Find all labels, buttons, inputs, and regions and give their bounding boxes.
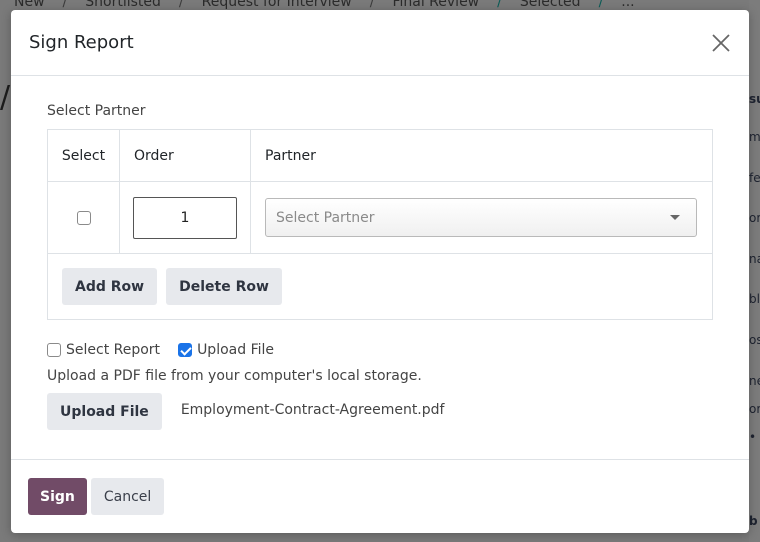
partner-cell: Select Partner xyxy=(250,181,713,254)
breadcrumb-stage: Selected xyxy=(519,0,581,10)
sign-button[interactable]: Sign xyxy=(28,478,87,515)
breadcrumb-separator: / xyxy=(497,0,502,10)
upload-file-label: Upload File xyxy=(197,342,274,358)
dialog-header: Sign Report xyxy=(11,10,749,76)
breadcrumb-stage: Request for Interview xyxy=(201,0,352,10)
table-header-row: Select Order Partner xyxy=(47,129,713,182)
cancel-button[interactable]: Cancel xyxy=(90,478,165,515)
delete-row-button[interactable]: Delete Row xyxy=(166,268,282,305)
close-icon xyxy=(712,33,730,52)
background-right-panel: su m fe or na bl os ne or • b xyxy=(749,0,760,542)
table-row: Select Partner xyxy=(47,181,713,254)
select-report-option[interactable]: Select Report xyxy=(47,342,160,358)
breadcrumb-separator: / xyxy=(178,0,184,10)
background-text: fe xyxy=(749,171,760,185)
order-input[interactable] xyxy=(133,196,237,239)
breadcrumb-stage: Shortlisted xyxy=(85,0,161,10)
breadcrumb-separator: / xyxy=(598,0,604,10)
upload-file-button[interactable]: Upload File xyxy=(47,393,162,430)
column-header-partner: Partner xyxy=(250,129,713,182)
chevron-down-icon xyxy=(670,215,680,220)
breadcrumb-stage: New xyxy=(14,0,45,10)
source-options: Select Report Upload File xyxy=(47,342,713,358)
background-text: or xyxy=(749,402,760,416)
breadcrumb-separator: / xyxy=(369,0,375,10)
dialog-title: Sign Report xyxy=(29,32,134,53)
dialog-body: Select Partner Select Order Partner 1 Se… xyxy=(11,76,749,459)
add-row-button[interactable]: Add Row xyxy=(62,268,158,305)
close-button[interactable] xyxy=(709,31,733,55)
table-actions: Add Row Delete Row xyxy=(47,254,713,320)
upload-file-option[interactable]: Upload File xyxy=(178,342,274,358)
dialog-footer: Sign Cancel xyxy=(11,459,749,533)
column-header-select: Select xyxy=(47,129,120,182)
uploaded-file-name: Employment-Contract-Agreement.pdf xyxy=(180,401,445,418)
background-text: su xyxy=(749,92,760,106)
background-text: • xyxy=(749,430,757,444)
background-text: m xyxy=(749,130,760,144)
background-text: na xyxy=(749,252,760,266)
upload-file-checkbox[interactable] xyxy=(178,343,193,357)
order-cell xyxy=(119,181,251,254)
row-select-checkbox[interactable] xyxy=(76,210,91,225)
upload-help-text: Upload a PDF file from your computer's l… xyxy=(47,368,422,384)
select-partner-label: Select Partner xyxy=(47,103,146,119)
background-text: b xyxy=(749,514,758,528)
select-cell xyxy=(47,181,120,254)
partner-select[interactable]: Select Partner xyxy=(265,198,697,237)
background-text: bl xyxy=(749,292,760,306)
upload-row: Upload File Employment-Contract-Agreemen… xyxy=(47,393,713,430)
sign-report-dialog: Sign Report Select Partner Select Order … xyxy=(11,10,749,533)
select-report-checkbox[interactable] xyxy=(47,343,61,357)
background-slash: / xyxy=(0,80,11,115)
background-text: or xyxy=(749,211,760,225)
background-text: os xyxy=(749,333,760,347)
breadcrumb-separator: / xyxy=(62,0,68,10)
breadcrumb-stage: ... xyxy=(621,0,635,10)
partner-select-placeholder: Select Partner xyxy=(276,209,375,226)
partner-table: Select Order Partner Select Partner xyxy=(47,129,713,254)
column-header-order: Order xyxy=(119,129,251,182)
breadcrumb-stage: Final Review xyxy=(392,0,480,10)
background-text: ne xyxy=(749,374,760,388)
select-report-label: Select Report xyxy=(66,342,161,358)
